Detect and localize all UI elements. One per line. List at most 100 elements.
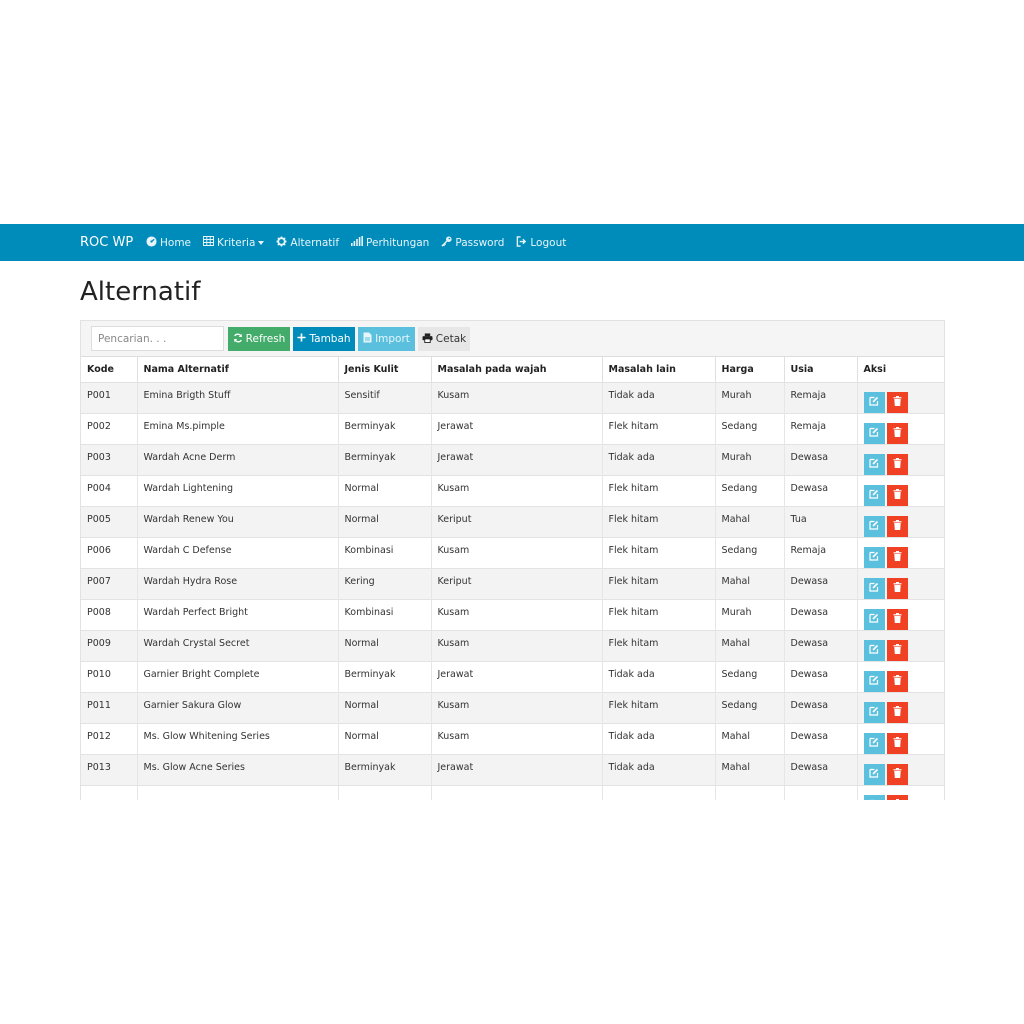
edit-button[interactable] [863, 454, 885, 475]
toolbar: Refresh Tambah Import Cetak [81, 321, 944, 357]
delete-button[interactable] [886, 423, 908, 444]
tambah-button[interactable]: Tambah [293, 327, 355, 351]
edit-icon [869, 489, 879, 502]
table-cell: Tidak ada [602, 382, 716, 414]
edit-button[interactable] [863, 702, 885, 723]
trash-icon [893, 799, 902, 800]
table-cell: P005 [81, 506, 138, 538]
table-cell: Mahal [715, 506, 785, 538]
column-header[interactable]: Usia [784, 357, 858, 383]
delete-button[interactable] [886, 516, 908, 537]
table-cell: Normal [338, 475, 432, 507]
refresh-icon [233, 333, 246, 346]
edit-button[interactable] [863, 764, 885, 785]
delete-button[interactable] [886, 547, 908, 568]
table-cell [81, 785, 138, 800]
edit-icon [869, 396, 879, 409]
trash-icon [893, 458, 902, 471]
edit-icon [869, 675, 879, 688]
delete-button[interactable] [886, 392, 908, 413]
column-header[interactable]: Masalah lain [602, 357, 716, 383]
nav-logout[interactable]: Logout [516, 224, 566, 261]
search-input[interactable] [91, 326, 224, 351]
table-cell [338, 785, 432, 800]
delete-button[interactable] [886, 671, 908, 692]
key-icon [441, 235, 455, 250]
delete-button[interactable] [886, 485, 908, 506]
import-button[interactable]: Import [358, 327, 415, 351]
edit-button[interactable] [863, 795, 885, 800]
trash-icon [893, 737, 902, 750]
trash-icon [893, 706, 902, 719]
edit-button[interactable] [863, 392, 885, 413]
table-cell: Keriput [431, 506, 603, 538]
table-cell: Wardah Lightening [137, 475, 339, 507]
edit-button[interactable] [863, 516, 885, 537]
edit-button[interactable] [863, 485, 885, 506]
data-panel: Refresh Tambah Import Cetak Kod [80, 320, 945, 800]
brand[interactable]: ROC WP [80, 224, 133, 261]
edit-button[interactable] [863, 423, 885, 444]
delete-button[interactable] [886, 733, 908, 754]
nav-alternatif[interactable]: Alternatif [276, 224, 339, 261]
table-cell: Kering [338, 568, 432, 600]
edit-icon [869, 768, 879, 781]
edit-button[interactable] [863, 609, 885, 630]
nav-password[interactable]: Password [441, 224, 504, 261]
column-header[interactable]: Kode [81, 357, 138, 383]
table-cell: Remaja [784, 382, 858, 414]
table-cell: Dewasa [784, 692, 858, 724]
table-cell: Ms. Glow Whitening Series [137, 723, 339, 755]
actions-cell [857, 382, 944, 414]
column-header[interactable]: Masalah pada wajah [431, 357, 603, 383]
table-cell: Flek hitam [602, 537, 716, 569]
nav-kriteria-label: Kriteria [217, 236, 256, 249]
table-cell: Garnier Bright Complete [137, 661, 339, 693]
column-header[interactable]: Nama Alternatif [137, 357, 339, 383]
table-cell: Normal [338, 723, 432, 755]
delete-button[interactable] [886, 609, 908, 630]
table-cell: Emina Ms.pimple [137, 413, 339, 445]
delete-button[interactable] [886, 640, 908, 661]
actions-cell [857, 506, 944, 538]
trash-icon [893, 768, 902, 781]
table-cell: Kusam [431, 537, 603, 569]
table-cell [715, 785, 785, 800]
edit-button[interactable] [863, 671, 885, 692]
table-row: P010 Garnier Bright Complete Berminyak Jera… [81, 661, 944, 693]
table-cell: Ms. Glow Acne Series [137, 754, 339, 786]
nav-perhitungan[interactable]: Perhitungan [351, 224, 429, 261]
edit-button[interactable] [863, 733, 885, 754]
app-frame: ROC WP Home Kriteria Alternatif Perhitun… [0, 224, 1024, 800]
delete-button[interactable] [886, 764, 908, 785]
table-row: P002 Emina Ms.pimple Berminyak Jerawat Flek … [81, 413, 944, 445]
edit-button[interactable] [863, 578, 885, 599]
row-actions [863, 700, 939, 723]
nav-home[interactable]: Home [146, 224, 191, 261]
table-cell: Flek hitam [602, 599, 716, 631]
table-cell: Berminyak [338, 444, 432, 476]
table-cell: Emina Brigth Stuff [137, 382, 339, 414]
import-label: Import [375, 333, 410, 345]
table-cell: Flek hitam [602, 413, 716, 445]
table-cell: Flek hitam [602, 692, 716, 724]
delete-button[interactable] [886, 578, 908, 599]
nav-kriteria[interactable]: Kriteria [203, 224, 265, 261]
table-row: P007 Wardah Hydra Rose Kering Keriput Flek h… [81, 568, 944, 600]
actions-cell [857, 785, 944, 800]
edit-icon [869, 551, 879, 564]
edit-icon [869, 706, 879, 719]
table-cell: Kusam [431, 723, 603, 755]
nav-perhitungan-label: Perhitungan [366, 236, 430, 249]
edit-icon [869, 582, 879, 595]
column-header[interactable]: Harga [715, 357, 785, 383]
column-header[interactable]: Jenis Kulit [338, 357, 432, 383]
delete-button[interactable] [886, 795, 908, 800]
refresh-button[interactable]: Refresh [228, 327, 290, 351]
edit-button[interactable] [863, 640, 885, 661]
table-cell: Kombinasi [338, 599, 432, 631]
edit-button[interactable] [863, 547, 885, 568]
cetak-button[interactable]: Cetak [418, 327, 470, 351]
delete-button[interactable] [886, 702, 908, 723]
delete-button[interactable] [886, 454, 908, 475]
